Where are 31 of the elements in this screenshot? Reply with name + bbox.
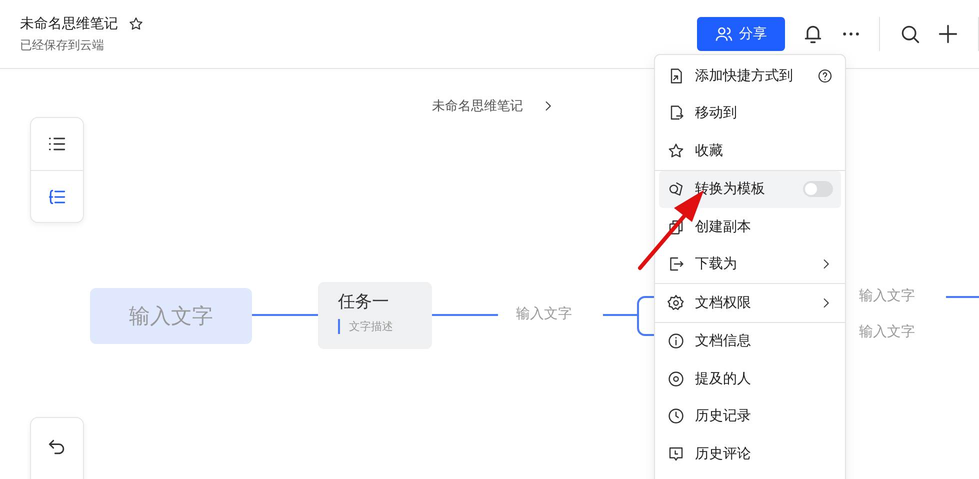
star-icon <box>667 142 685 160</box>
menu-item[interactable]: 下载为 <box>655 246 845 284</box>
clock-icon <box>667 407 685 426</box>
menu-item[interactable]: 创建副本 <box>659 208 841 246</box>
menu-item[interactable]: 移动到 <box>659 94 841 132</box>
menu-item[interactable]: 历史记录 <box>659 398 841 435</box>
node-title: 任务一 <box>338 291 390 313</box>
plus-icon[interactable] <box>936 22 960 46</box>
breadcrumb[interactable]: 未命名思维笔记 <box>432 97 523 115</box>
connector-line <box>252 314 318 316</box>
menu-item[interactable]: 添加快捷方式到 <box>659 57 841 94</box>
gear-icon <box>667 294 685 312</box>
template-toggle[interactable] <box>803 181 833 198</box>
share-button[interactable]: 分享 <box>697 17 785 51</box>
menu-item[interactable]: 提及的人 <box>659 360 841 398</box>
task-node[interactable]: 任务一 文字描述 <box>318 282 432 349</box>
copy-icon <box>667 218 685 236</box>
comment-icon <box>667 444 685 463</box>
node-description: 文字描述 <box>338 319 432 334</box>
export-icon <box>667 255 685 274</box>
document-title: 未命名思维笔记 <box>20 14 118 32</box>
menu-item[interactable]: 文档权限 <box>655 284 845 322</box>
connector-line <box>432 314 498 316</box>
menu-item[interactable]: 转换为模板 <box>659 170 841 208</box>
info-icon <box>667 332 685 350</box>
save-status: 已经保存到云端 <box>20 36 105 54</box>
people-icon <box>715 25 733 43</box>
connector-line <box>946 296 979 298</box>
menu-item[interactable]: 文档信息 <box>659 322 841 360</box>
help-icon <box>817 68 833 84</box>
menu-item[interactable]: 历史评论 <box>659 435 841 472</box>
